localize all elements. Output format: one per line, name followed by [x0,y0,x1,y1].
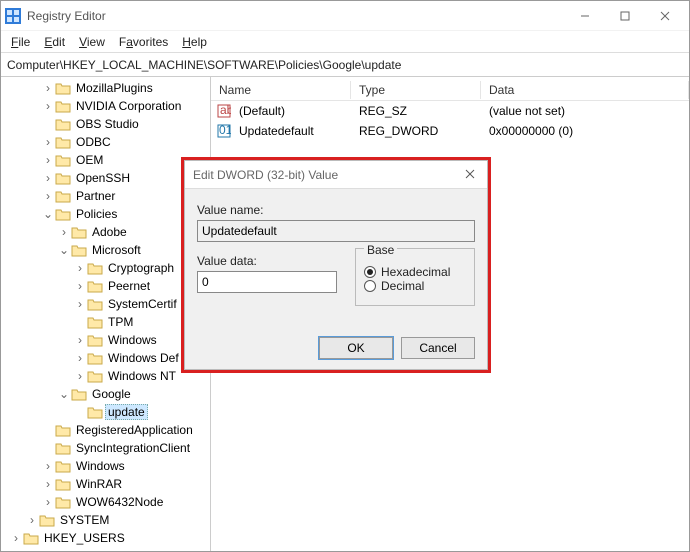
tree-item[interactable]: RegisteredApplication [5,421,210,439]
cancel-button[interactable]: Cancel [401,337,475,359]
dialog-titlebar: Edit DWORD (32-bit) Value [185,161,487,189]
radio-decimal[interactable]: Decimal [364,279,466,293]
value-data: 0x00000000 (0) [481,124,689,138]
key-tree[interactable]: ›MozillaPlugins ›NVIDIA Corporation OBS … [1,77,211,551]
tree-item[interactable]: ›Windows [5,457,210,475]
tree-item[interactable]: ›ODBC [5,133,210,151]
tree-item[interactable]: ›NVIDIA Corporation [5,97,210,115]
titlebar: Registry Editor [1,1,689,31]
tree-item[interactable]: ›Windows NT [5,367,210,385]
value-name: (Default) [231,104,351,118]
reg-sz-icon: ab [211,104,231,118]
reg-dword-icon: 011 [211,124,231,138]
ok-button[interactable]: OK [319,337,393,359]
window-title: Registry Editor [27,9,565,23]
highlight-border: Edit DWORD (32-bit) Value Value name: Va… [181,157,491,373]
tree-item[interactable]: OBS Studio [5,115,210,133]
tree-item[interactable]: TPM [5,313,210,331]
base-fieldset: Base Hexadecimal Decimal [355,248,475,306]
radio-hex-label: Hexadecimal [381,265,450,279]
value-name: Updatedefault [231,124,351,138]
value-data-label: Value data: [197,254,337,268]
value-name-input [197,220,475,242]
radio-icon [364,266,376,278]
value-row[interactable]: ab (Default) REG_SZ (value not set) [211,101,689,121]
radio-hexadecimal[interactable]: Hexadecimal [364,265,466,279]
value-type: REG_SZ [351,104,481,118]
tree-item[interactable]: ›SYSTEM [5,511,210,529]
tree-item[interactable]: ›Windows [5,331,210,349]
tree-item-policies[interactable]: ⌄Policies [5,205,210,223]
tree-item[interactable]: ›OEM [5,151,210,169]
tree-item[interactable]: SyncIntegrationClient [5,439,210,457]
tree-item-google[interactable]: ⌄Google [5,385,210,403]
tree-item[interactable]: ›Adobe [5,223,210,241]
tree-item-update[interactable]: update [5,403,210,421]
tree-item[interactable]: ›SystemCertif [5,295,210,313]
value-data: (value not set) [481,104,689,118]
close-button[interactable] [645,2,685,30]
menu-help[interactable]: Help [176,33,213,51]
radio-icon [364,280,376,292]
value-row[interactable]: 011 Updatedefault REG_DWORD 0x00000000 (… [211,121,689,141]
menu-favorites[interactable]: Favorites [113,33,174,51]
edit-dword-dialog: Edit DWORD (32-bit) Value Value name: Va… [184,160,488,370]
tree-item[interactable]: ›OpenSSH [5,169,210,187]
tree-item-microsoft[interactable]: ⌄Microsoft [5,241,210,259]
col-name[interactable]: Name [211,81,351,99]
radio-dec-label: Decimal [381,279,424,293]
dialog-title: Edit DWORD (32-bit) Value [193,168,461,182]
tree-item[interactable]: ›Windows Def [5,349,210,367]
col-type[interactable]: Type [351,81,481,99]
value-data-input[interactable] [197,271,337,293]
tree-item[interactable]: ›WOW6432Node [5,493,210,511]
maximize-button[interactable] [605,2,645,30]
tree-item[interactable]: ›Cryptograph [5,259,210,277]
value-type: REG_DWORD [351,124,481,138]
tree-item[interactable]: ›MozillaPlugins [5,79,210,97]
address-bar[interactable]: Computer\HKEY_LOCAL_MACHINE\SOFTWARE\Pol… [1,53,689,77]
menubar: File Edit View Favorites Help [1,31,689,53]
menu-file[interactable]: File [5,33,36,51]
menu-view[interactable]: View [73,33,111,51]
dialog-close-button[interactable] [461,168,479,182]
tree-item[interactable]: ›WinRAR [5,475,210,493]
minimize-button[interactable] [565,2,605,30]
svg-text:011: 011 [219,124,231,137]
svg-text:ab: ab [220,104,231,117]
menu-edit[interactable]: Edit [38,33,71,51]
tree-item[interactable]: ›Peernet [5,277,210,295]
tree-item[interactable]: ›Partner [5,187,210,205]
base-legend: Base [364,243,397,257]
col-data[interactable]: Data [481,81,689,99]
value-name-label: Value name: [197,203,475,217]
tree-item[interactable]: ›HKEY_USERS [5,529,210,547]
regedit-icon [5,8,21,24]
list-header: Name Type Data [211,79,689,101]
